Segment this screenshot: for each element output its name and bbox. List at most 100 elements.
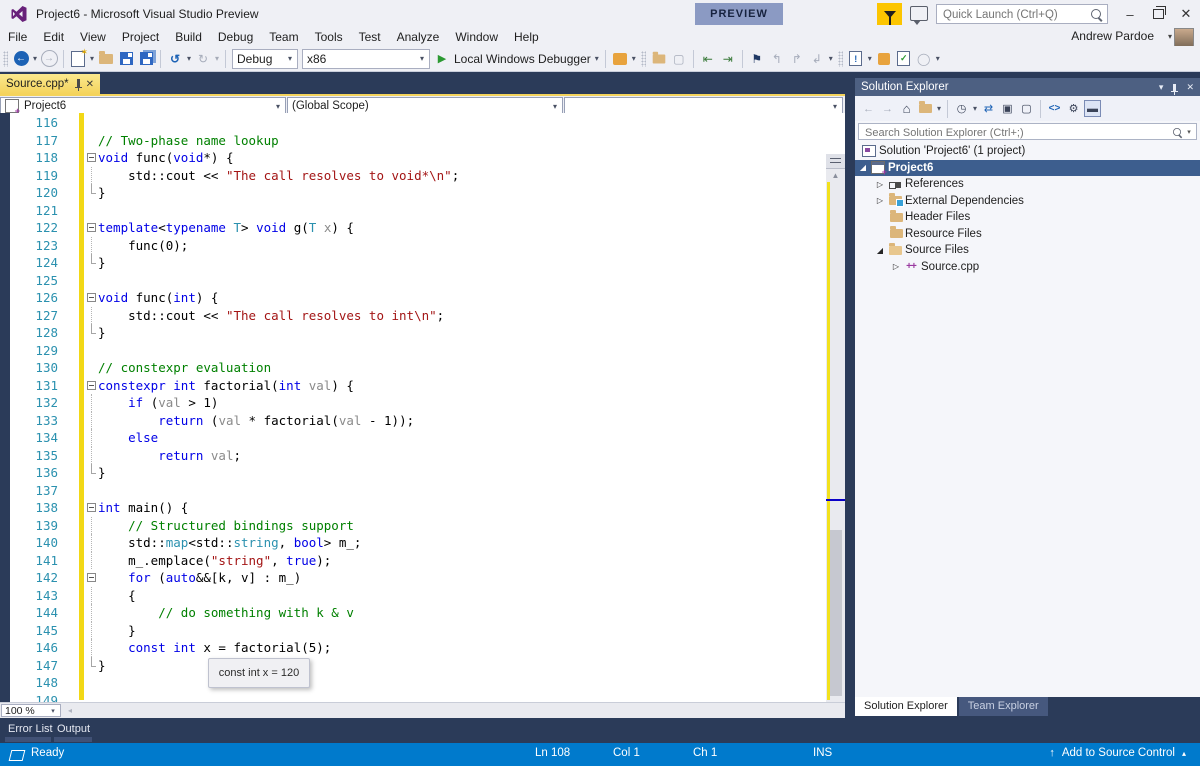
se-switch-views-button[interactable] (917, 100, 934, 117)
code-line-142[interactable]: 142 for (auto&&[k, v] : m_) (0, 569, 845, 587)
scrollbar-thumb[interactable] (830, 530, 842, 696)
collapsed-arrow-icon[interactable]: ▷ (875, 180, 885, 189)
solution-explorer-search-box[interactable]: ▾ (858, 123, 1197, 140)
navigate-forward-button[interactable]: → (40, 50, 58, 68)
notifications-flag-button[interactable] (877, 3, 902, 25)
menu-item-help[interactable]: Help (506, 28, 547, 46)
clear-bookmarks-button[interactable]: ↲ (808, 50, 826, 68)
pin-panel-icon[interactable] (1173, 84, 1176, 91)
tree-item-references[interactable]: ▷References (855, 176, 1200, 193)
menu-item-team[interactable]: Team (261, 28, 306, 46)
editor-zoom-dropdown[interactable]: 100 % ▾ (1, 704, 61, 717)
scroll-left-icon[interactable]: ◂ (68, 706, 72, 715)
search-options-caret-icon[interactable]: ▾ (1185, 128, 1193, 136)
code-line-136[interactable]: 136} (0, 464, 845, 482)
undo-caret-icon[interactable]: ▾ (185, 54, 193, 63)
toolbar-grip[interactable] (3, 51, 8, 67)
tree-item-source-cpp[interactable]: ▷++Source.cpp (855, 259, 1200, 276)
menu-item-project[interactable]: Project (114, 28, 167, 46)
close-tab-icon[interactable]: ✕ (86, 79, 94, 90)
copy-parent-button[interactable]: ▢ (670, 50, 688, 68)
se-pending-changes-caret-icon[interactable]: ▾ (971, 104, 979, 113)
code-line-148[interactable]: 148 (0, 674, 845, 692)
collapse-region-icon[interactable] (85, 377, 97, 395)
tree-item-solution-project6-1-project[interactable]: Solution 'Project6' (1 project) (855, 143, 1200, 160)
collapse-region-icon[interactable] (85, 569, 97, 587)
toolbar-overflow-icon[interactable]: ▾ (630, 54, 638, 63)
solution-explorer-header[interactable]: Solution Explorer ▾ ✕ (855, 78, 1200, 96)
user-avatar[interactable] (1174, 28, 1194, 48)
tree-item-project6[interactable]: ◢Project6 (855, 160, 1200, 177)
code-line-125[interactable]: 125 (0, 272, 845, 290)
tree-item-header-files[interactable]: Header Files (855, 209, 1200, 226)
code-line-138[interactable]: 138int main() { (0, 499, 845, 517)
undo-button[interactable]: ↺ (166, 50, 184, 68)
code-line-124[interactable]: 124} (0, 254, 845, 272)
navigate-back-caret-icon[interactable]: ▾ (31, 54, 39, 63)
save-button[interactable] (117, 50, 135, 68)
tool-tab-team-explorer[interactable]: Team Explorer (959, 697, 1048, 716)
collapsed-arrow-icon[interactable]: ▷ (875, 196, 885, 205)
code-line-131[interactable]: 131constexpr int factorial(int val) { (0, 377, 845, 395)
toolbar-grip[interactable] (641, 51, 646, 67)
code-line-122[interactable]: 122template<typename T> void g(T x) { (0, 219, 845, 237)
quick-launch-box[interactable] (936, 4, 1108, 24)
se-sync-with-active-document-button[interactable]: ⇄ (980, 100, 997, 117)
code-line-117[interactable]: 117// Two-phase name lookup (0, 132, 845, 150)
code-line-144[interactable]: 144 // do something with k & v (0, 604, 845, 622)
user-account-menu[interactable]: Andrew Pardoe (1071, 29, 1154, 43)
expanded-arrow-icon[interactable]: ◢ (875, 246, 885, 255)
splitter-handle[interactable] (826, 154, 845, 169)
tree-item-resource-files[interactable]: Resource Files (855, 226, 1200, 243)
add-test-button[interactable]: ✓ (895, 50, 913, 68)
code-line-140[interactable]: 140 std::map<std::string, bool> m_; (0, 534, 845, 552)
attach-to-process-button[interactable] (611, 50, 629, 68)
navigate-backward-button[interactable]: ← (12, 50, 30, 68)
code-editor[interactable]: 116117// Two-phase name lookup118void fu… (0, 113, 845, 702)
document-tab-source-cpp[interactable]: Source.cpp* ✕ (0, 74, 100, 94)
status-column-number[interactable]: Col 1 (613, 747, 640, 759)
collapse-region-icon[interactable] (85, 149, 97, 167)
code-line-130[interactable]: 130// constexpr evaluation (0, 359, 845, 377)
code-line-149[interactable]: 149 (0, 692, 845, 703)
next-bookmark-button[interactable]: ↱ (788, 50, 806, 68)
code-line-128[interactable]: 128} (0, 324, 845, 342)
navigate-to-button[interactable] (650, 50, 668, 68)
code-line-120[interactable]: 120} (0, 184, 845, 202)
error-list-caret-icon[interactable]: ▾ (866, 54, 874, 63)
se-refresh-button[interactable]: ▣ (999, 100, 1016, 117)
new-project-button[interactable] (69, 50, 87, 68)
code-line-147[interactable]: 147} (0, 657, 845, 675)
line-indent-button[interactable]: ⇤ (699, 50, 717, 68)
collapse-region-icon[interactable] (85, 499, 97, 517)
expanded-arrow-icon[interactable]: ◢ (858, 163, 868, 172)
close-button[interactable]: ✕ (1172, 0, 1200, 28)
se-home-button[interactable]: ⌂ (898, 100, 915, 117)
se-show-all-files-button[interactable]: <> (1046, 100, 1063, 117)
status-line-number[interactable]: Ln 108 (535, 747, 570, 759)
collapse-region-icon[interactable] (85, 219, 97, 237)
redo-button[interactable]: ↻ (194, 50, 212, 68)
error-list-tab[interactable]: Error List (8, 723, 53, 735)
web-browser-button[interactable]: ◯ (915, 50, 933, 68)
tree-item-source-files[interactable]: ◢Source Files (855, 242, 1200, 259)
code-line-143[interactable]: 143 { (0, 587, 845, 605)
code-line-129[interactable]: 129 (0, 342, 845, 360)
se-properties-button[interactable]: ⚙ (1065, 100, 1082, 117)
quick-launch-input[interactable] (941, 6, 1085, 24)
code-line-121[interactable]: 121 (0, 202, 845, 220)
code-line-127[interactable]: 127 std::cout << "The call resolves to i… (0, 307, 845, 325)
close-panel-icon[interactable]: ✕ (1186, 82, 1194, 93)
se-forward-button[interactable]: → (879, 100, 896, 117)
code-line-146[interactable]: 146 const int x = factorial(5); (0, 639, 845, 657)
code-line-141[interactable]: 141 m_.emplace("string", true); (0, 552, 845, 570)
menu-item-edit[interactable]: Edit (35, 28, 72, 46)
menu-item-build[interactable]: Build (167, 28, 210, 46)
window-position-icon[interactable]: ▾ (1159, 82, 1164, 93)
se-collapse-all-button[interactable]: ▢ (1018, 100, 1035, 117)
menu-item-analyze[interactable]: Analyze (389, 28, 448, 46)
menu-item-debug[interactable]: Debug (210, 28, 261, 46)
se-preview-selected-items-button[interactable]: ▬ (1084, 100, 1101, 117)
previous-bookmark-button[interactable]: ↰ (768, 50, 786, 68)
scroll-up-icon[interactable]: ▲ (826, 171, 845, 180)
